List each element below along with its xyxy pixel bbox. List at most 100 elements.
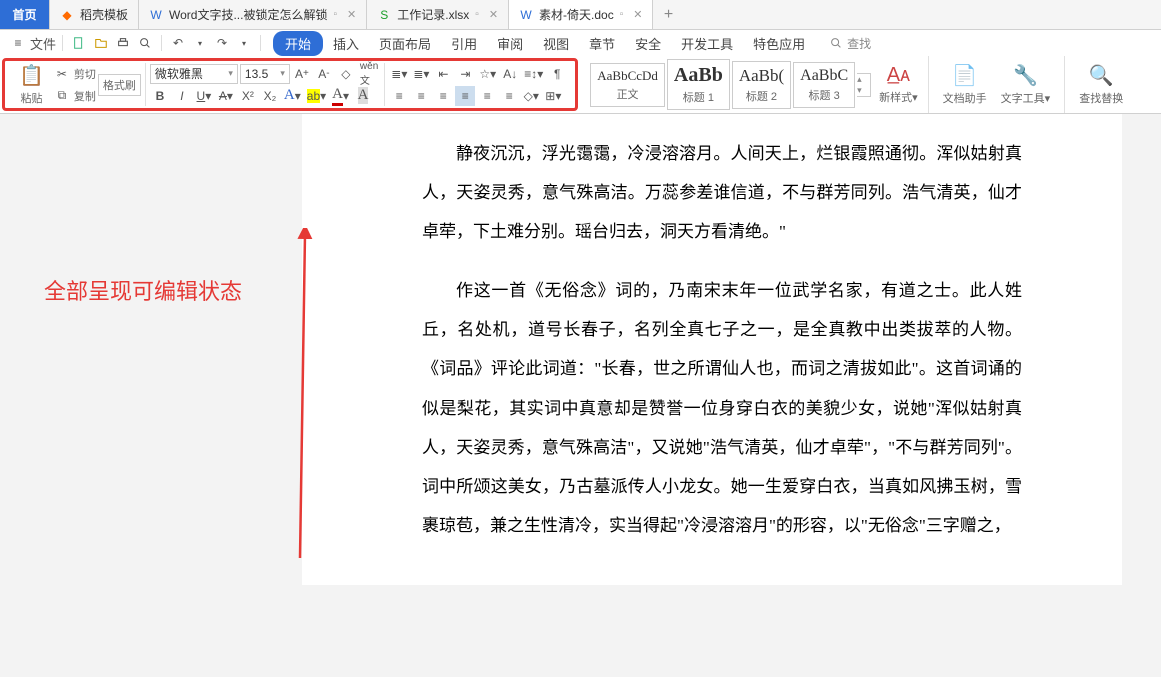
borders-button[interactable]: ⊞▾ [543,86,563,106]
indent-button[interactable]: ⇥ [455,64,475,84]
menu-special[interactable]: 特色应用 [743,30,815,57]
menu-layout[interactable]: 页面布局 [369,30,441,57]
line-spacing-button[interactable]: ≡↕▾ [522,64,545,84]
italic-button[interactable]: I [172,86,192,106]
preview-icon[interactable] [135,33,155,53]
word-icon: W [149,8,163,22]
chevron-down-icon[interactable]: ▾ [190,33,210,53]
menu-security[interactable]: 安全 [625,30,671,57]
align-right-button[interactable]: ≡ [433,86,453,106]
strikethrough-button[interactable]: A▾ [216,86,236,106]
word-icon: W [519,8,533,22]
tab-home[interactable]: 首页 [0,0,50,29]
minimize-icon[interactable]: ▫ [475,9,479,20]
tab-label: Word文字技...被锁定怎么解锁 [169,6,327,23]
sort-button[interactable]: A↓ [500,64,520,84]
file-menu[interactable]: 文件 [30,33,56,53]
show-marks-button[interactable]: ¶ [547,64,567,84]
new-icon[interactable] [69,33,89,53]
subscript-button[interactable]: X₂ [260,86,280,106]
chevron-down-icon[interactable]: ▾ [234,33,254,53]
dist-horiz-button[interactable]: ≡ [477,86,497,106]
redo-icon[interactable]: ↷ [212,33,232,53]
menu-start[interactable]: 开始 [273,31,323,56]
open-icon[interactable] [91,33,111,53]
new-style-button[interactable]: A̲ᴀ 新样式▾ [873,62,924,107]
tab-xlsx[interactable]: S 工作记录.xlsx ▫ ✕ [367,0,509,29]
paragraph: 作这一首《无俗念》词的，乃南宋末年一位武学名家，有道之士。此人姓丘，名处机，道号… [422,271,1022,545]
font-group: 微软雅黑▾ 13.5▾ A+ A- ◇ wěn文 B I U▾ A▾ X² X₂… [146,63,385,106]
wrench-icon: 🔧 [1013,63,1038,88]
minimize-icon[interactable]: ▫ [333,9,337,20]
styles-group: AaBbCcDd 正文 AaBb 标题 1 AaBb( 标题 2 AaBbC 标… [580,56,928,113]
close-icon[interactable]: ✕ [489,8,498,21]
grow-font-button[interactable]: A+ [292,64,312,84]
style-normal[interactable]: AaBbCcDd 正文 [590,63,665,107]
tab-docer[interactable]: ◆ 稻壳模板 [50,0,139,29]
tab-label: 工作记录.xlsx [397,6,469,23]
bullets-button[interactable]: ≣▾ [389,64,409,84]
align-center-button[interactable]: ≡ [411,86,431,106]
align-justify-button[interactable]: ≡ [455,86,475,106]
paste-button[interactable]: 📋 粘贴 [13,61,50,108]
paragraph: 静夜沉沉，浮光霭霭，冷浸溶溶月。人间天上，烂银霞照通彻。浑似姑射真人，天姿灵秀，… [422,134,1022,251]
menu-dev[interactable]: 开发工具 [671,30,743,57]
menu-view[interactable]: 视图 [533,30,579,57]
highlight-button[interactable]: ab▾ [305,86,328,106]
font-size-select[interactable]: 13.5▾ [240,64,290,84]
ribbon: 📋 粘贴 ✂ 剪切 ⧉ 复制 格式刷 微软雅黑▾ [0,56,1161,114]
style-heading2[interactable]: AaBb( 标题 2 [732,61,791,109]
char-scale-button[interactable]: ☆▾ [477,64,498,84]
page[interactable]: 静夜沉沉，浮光霭霭，冷浸溶溶月。人间天上，烂银霞照通彻。浑似姑射真人，天姿灵秀，… [302,114,1122,585]
cut-button[interactable]: ✂ [52,64,72,84]
text-effects-button[interactable]: A▾ [282,86,303,106]
undo-icon[interactable]: ↶ [168,33,188,53]
search-box[interactable]: 查找 [829,35,871,52]
close-icon[interactable]: ✕ [633,8,642,21]
search-icon: 🔍 [1089,63,1114,88]
menu-bar: 开始 插入 页面布局 引用 审阅 视图 章节 安全 开发工具 特色应用 [273,30,815,57]
menu-review[interactable]: 审阅 [487,30,533,57]
paste-icon: 📋 [19,63,44,88]
clear-format-button[interactable]: ◇ [336,64,356,84]
print-icon[interactable] [113,33,133,53]
phonetic-button[interactable]: wěn文 [358,64,380,84]
tab-word-locked[interactable]: W Word文字技...被锁定怎么解锁 ▫ ✕ [139,0,367,29]
close-icon[interactable]: ✕ [347,8,356,21]
new-style-icon: A̲ᴀ [887,64,910,87]
char-shading-button[interactable]: A [353,86,373,106]
search-placeholder: 查找 [847,35,871,52]
menu-chapter[interactable]: 章节 [579,30,625,57]
tab-add[interactable]: + [653,0,683,29]
superscript-button[interactable]: X² [238,86,258,106]
shrink-font-button[interactable]: A- [314,64,334,84]
menu-ref[interactable]: 引用 [441,30,487,57]
tab-doc-active[interactable]: W 素材-倚天.doc ▫ ✕ [509,0,653,29]
shading-button[interactable]: ◇▾ [521,86,541,106]
numbering-button[interactable]: ≣▾ [411,64,431,84]
minimize-icon[interactable]: ▫ [620,9,624,20]
format-brush-button[interactable]: 格式刷 [98,74,141,96]
app-menu-icon[interactable]: ≡ [8,33,28,53]
find-replace-button[interactable]: 🔍 查找替换 [1073,61,1129,108]
style-heading1[interactable]: AaBb 标题 1 [667,59,730,110]
dist-vert-button[interactable]: ≡ [499,86,519,106]
find-group: 🔍 查找替换 [1065,56,1137,113]
underline-button[interactable]: U▾ [194,86,214,106]
style-heading3[interactable]: AaBbC 标题 3 [793,62,855,108]
ribbon-highlighted-area: 📋 粘贴 ✂ 剪切 ⧉ 复制 格式刷 微软雅黑▾ [2,58,578,111]
outdent-button[interactable]: ⇤ [433,64,453,84]
styles-more-button[interactable]: ▴▾ [857,73,871,97]
quick-access-bar: ≡ 文件 ↶ ▾ ↷ ▾ 开始 插入 页面布局 引用 审阅 视图 章节 安全 开… [0,30,1161,56]
font-color-button[interactable]: A▾ [330,86,351,106]
copy-button[interactable]: ⧉ [52,86,72,106]
align-left-button[interactable]: ≡ [389,86,409,106]
clipboard-group: 📋 粘贴 ✂ 剪切 ⧉ 复制 格式刷 [9,63,146,106]
tab-label: 稻壳模板 [80,6,128,23]
doc-helper-button[interactable]: 📄 文档助手 [937,61,993,108]
menu-insert[interactable]: 插入 [323,30,369,57]
font-name-select[interactable]: 微软雅黑▾ [150,64,238,84]
bold-button[interactable]: B [150,86,170,106]
text-tool-button[interactable]: 🔧 文字工具▾ [995,61,1057,108]
excel-icon: S [377,8,391,22]
